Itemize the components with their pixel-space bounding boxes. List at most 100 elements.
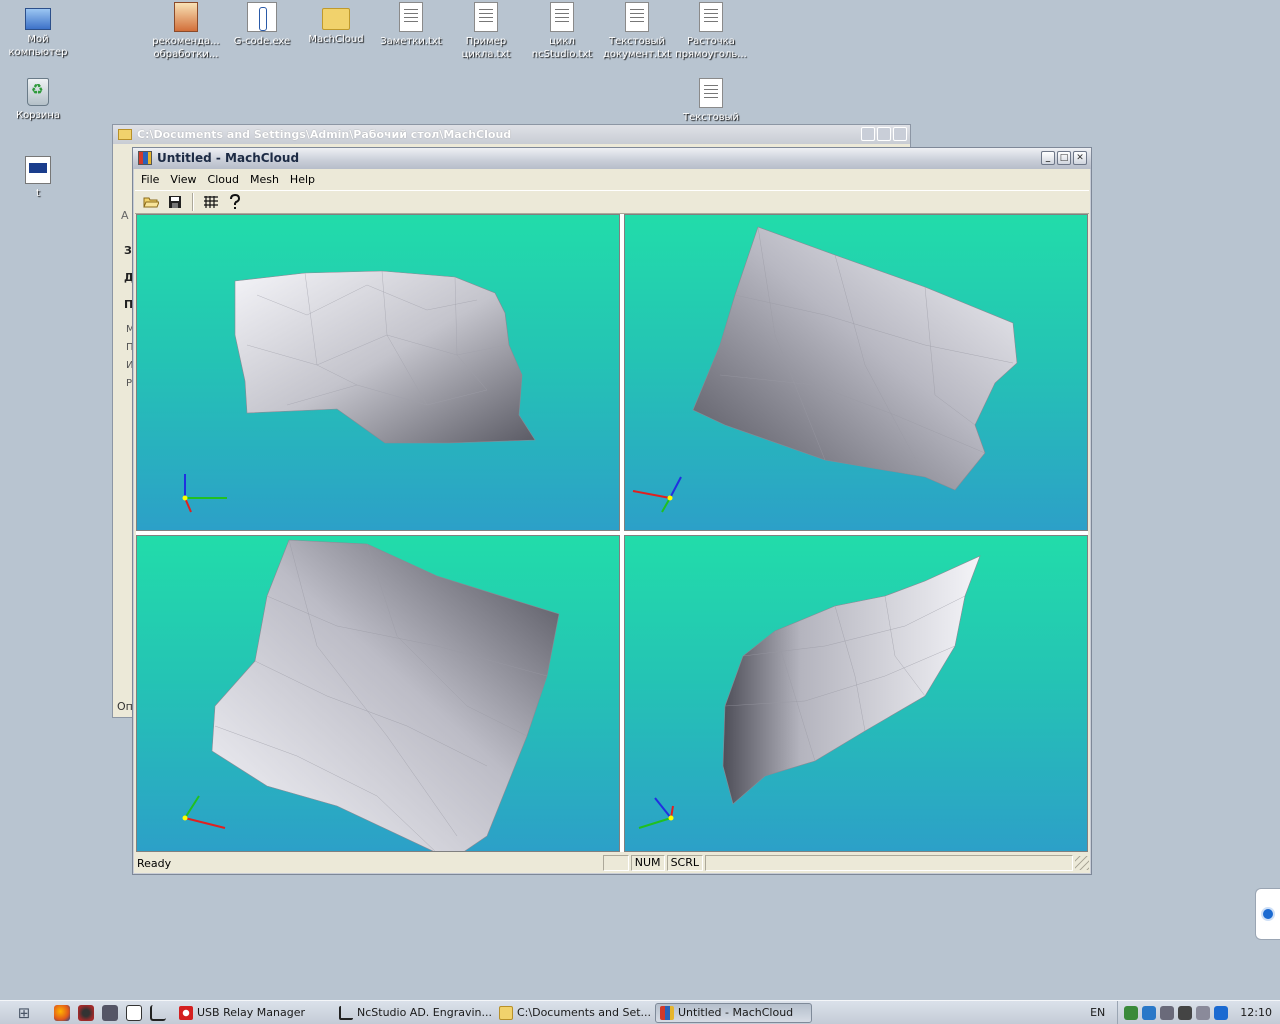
close-button[interactable]: [893, 127, 907, 141]
viewport-bottom-left[interactable]: [136, 535, 620, 852]
menu-file[interactable]: File: [135, 170, 164, 189]
show-desktop-icon[interactable]: [126, 1004, 142, 1021]
machcloud-titlebar[interactable]: Untitled - MachCloud _ □ ✕: [133, 148, 1091, 169]
open-folder-icon: [143, 197, 159, 208]
menu-mesh[interactable]: Mesh: [244, 170, 284, 189]
axis-gizmo: [632, 476, 682, 513]
viewport-top-left[interactable]: [136, 214, 620, 531]
menu-cloud[interactable]: Cloud: [202, 170, 244, 189]
taskbar-item-explorer[interactable]: C:\Documents and Set...: [495, 1003, 652, 1023]
status-pane-empty: [602, 855, 629, 871]
tray-icons: [1117, 1000, 1234, 1024]
desktop-icon-winrar-doc[interactable]: рекоменда... обработки...: [148, 2, 224, 61]
browser-icon[interactable]: [78, 1004, 94, 1021]
menu-help[interactable]: Help: [284, 170, 320, 189]
start-button[interactable]: ⊞: [0, 1002, 48, 1024]
text-document-icon: [399, 2, 423, 32]
firefox-icon[interactable]: [54, 1004, 70, 1021]
folder-icon: [118, 129, 132, 140]
save-disk-icon: [169, 196, 181, 208]
teamviewer-side-tab[interactable]: [1255, 888, 1280, 940]
status-scrl: SCRL: [666, 855, 703, 871]
folder-icon: [499, 1005, 513, 1020]
desktop-icon-cycle-example[interactable]: Пример цикла.txt: [448, 2, 524, 61]
maximize-button[interactable]: [877, 127, 891, 141]
recycle-bin-icon: [27, 78, 49, 106]
clock[interactable]: 12:10: [1234, 1006, 1280, 1019]
axis-gizmo: [182, 474, 227, 513]
toolbar: [135, 190, 1089, 214]
maximize-button[interactable]: □: [1057, 151, 1071, 165]
desktop-icon-gcode[interactable]: G-code.exe: [224, 2, 300, 48]
desktop-icon-label: Текстовый: [682, 112, 740, 123]
text-document-icon: [474, 2, 498, 32]
mesh-render: [632, 226, 1018, 513]
help-question-icon: [230, 194, 241, 209]
resize-grip[interactable]: [1075, 856, 1089, 870]
desktop-icon-label: Корзина: [15, 110, 61, 121]
mesh-button[interactable]: [201, 192, 221, 212]
explorer-status-fragment: Оп: [117, 700, 133, 713]
ncstudio-icon[interactable]: [150, 1004, 166, 1021]
viewport-bottom-right[interactable]: [624, 535, 1088, 852]
teamviewer-icon: [1261, 907, 1275, 921]
desktop-icon-label: Мой компьютер: [8, 34, 68, 58]
taskbar-item-usb-relay[interactable]: USB Relay Manager: [175, 1003, 332, 1023]
text-document-icon: [550, 2, 574, 32]
desktop-icon-recycle-bin[interactable]: Корзина: [0, 78, 76, 122]
network-icon[interactable]: [1124, 1005, 1139, 1020]
mesh-render: [182, 270, 536, 513]
shield-icon[interactable]: [1178, 1005, 1193, 1020]
usb-relay-icon: [179, 1005, 193, 1020]
camera-icon[interactable]: [102, 1004, 118, 1021]
help-button[interactable]: [225, 192, 245, 212]
status-text: Ready: [137, 856, 172, 870]
monitor-icon[interactable]: [1160, 1005, 1175, 1020]
axis-gizmo: [638, 797, 674, 829]
status-bar: Ready NUM SCRL: [135, 854, 1089, 872]
save-button[interactable]: [165, 192, 185, 212]
sync-icon[interactable]: [1142, 1005, 1157, 1020]
desktop-icon-label: Текстовый документ.txt: [603, 36, 671, 60]
machcloud-app-icon: [660, 1005, 674, 1020]
system-tray: EN 12:10: [1078, 1000, 1280, 1024]
language-indicator[interactable]: EN: [1078, 1006, 1117, 1019]
windows-logo-icon: ⊞: [17, 1003, 31, 1022]
window-title: Untitled - MachCloud: [157, 151, 300, 165]
minimize-button[interactable]: _: [1041, 151, 1055, 165]
desktop-icon-label: цикл ncStudio.txt: [531, 36, 593, 60]
desktop-icon-label: G-code.exe: [233, 36, 291, 47]
my-computer-icon: [25, 8, 51, 30]
taskbar-item-label: C:\Documents and Set...: [517, 1006, 652, 1019]
desktop-icon-text-document[interactable]: Текстовый документ.txt: [599, 2, 675, 61]
open-button[interactable]: [141, 192, 161, 212]
gcode-exe-icon: [247, 2, 277, 32]
minimize-button[interactable]: [861, 127, 875, 141]
desktop-icon-label: MachCloud: [308, 34, 364, 45]
winrar-archive-icon: [174, 2, 198, 32]
teamviewer-tray-icon[interactable]: [1214, 1005, 1229, 1020]
menu-bar: File View Cloud Mesh Help: [135, 170, 1089, 189]
mesh-render: [182, 539, 560, 851]
desktop-icon-boring[interactable]: Расточка прямоуголь...: [673, 2, 749, 61]
desktop-icon-machcloud-folder[interactable]: MachCloud: [298, 2, 374, 46]
status-num: NUM: [630, 855, 665, 871]
taskbar-item-ncstudio[interactable]: NcStudio AD. Engravin...: [335, 1003, 492, 1023]
machcloud-app-icon: [138, 151, 152, 165]
desktop-icon-my-computer[interactable]: Мой компьютер: [0, 4, 76, 59]
desktop-icon-ncstudio-cycle[interactable]: цикл ncStudio.txt: [524, 2, 600, 61]
close-button[interactable]: ✕: [1073, 151, 1087, 165]
desktop-icon-label: Расточка прямоуголь...: [675, 36, 747, 60]
desktop-icon-t[interactable]: t: [0, 156, 76, 200]
viewport-top-right[interactable]: [624, 214, 1088, 531]
desktop-icon-text-document-2[interactable]: Текстовый: [673, 78, 749, 124]
axis-gizmo: [182, 795, 226, 829]
taskbar: ⊞ USB Relay Manager NcStudio AD. Engravi…: [0, 1000, 1280, 1024]
menu-view[interactable]: View: [164, 170, 201, 189]
desktop-icon-notes[interactable]: Заметки.txt: [373, 2, 449, 48]
machcloud-window[interactable]: Untitled - MachCloud _ □ ✕ File View Clo…: [132, 147, 1092, 875]
explorer-titlebar[interactable]: C:\Documents and Settings\Admin\Рабочий …: [113, 125, 910, 144]
volume-icon[interactable]: [1196, 1005, 1211, 1020]
explorer-title: C:\Documents and Settings\Admin\Рабочий …: [137, 128, 512, 141]
taskbar-item-machcloud[interactable]: Untitled - MachCloud: [655, 1002, 812, 1023]
